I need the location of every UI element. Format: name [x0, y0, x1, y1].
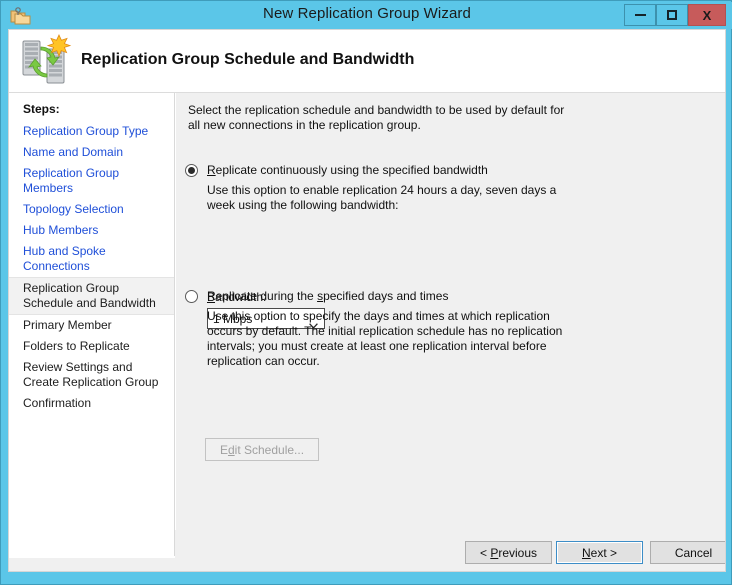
steps-heading: Steps: [23, 102, 60, 116]
sidebar-item-topology-selection[interactable]: Topology Selection [9, 199, 174, 220]
close-icon: X [702, 7, 712, 23]
window-title: New Replication Group Wizard [263, 5, 471, 22]
option-scheduled-text-suffix: pecified days and times [323, 289, 449, 303]
sidebar-item-replication-group-members[interactable]: Replication Group Members [9, 163, 174, 199]
radio-scheduled[interactable] [185, 290, 198, 303]
replication-servers-icon [17, 33, 73, 89]
previous-button-label: < Previous [480, 546, 537, 560]
previous-button[interactable]: < Previous [465, 541, 552, 564]
sidebar-item-folders-to-replicate: Folders to Replicate [23, 339, 130, 353]
minimize-icon [634, 14, 646, 16]
radio-continuous[interactable] [185, 164, 198, 177]
edit-schedule-accel: d [227, 442, 235, 457]
option-scheduled-text-prefix: Replicate during the [207, 289, 318, 303]
minimize-button[interactable] [624, 4, 656, 26]
sidebar-item-name-and-domain[interactable]: Name and Domain [9, 142, 174, 163]
previous-prefix: < [479, 545, 491, 560]
option-scheduled-label: Replicate during the specified days and … [207, 289, 448, 303]
sidebar-item-primary-member: Primary Member [23, 318, 112, 332]
option-continuous-label: Replicate continuously using the specifi… [207, 163, 488, 177]
wizard-banner: Replication Group Schedule and Bandwidth [9, 30, 725, 93]
steps-list: Replication Group Type Name and Domain R… [9, 121, 174, 414]
main-content: Select the replication schedule and band… [175, 93, 725, 556]
title-bar: New Replication Group Wizard X [2, 2, 732, 29]
next-button[interactable]: Next > [556, 541, 643, 564]
sidebar-item-replication-group-type[interactable]: Replication Group Type [9, 121, 174, 142]
sidebar-item-review-settings: Review Settings and Create Replication G… [23, 360, 159, 389]
wizard-window: New Replication Group Wizard X Replicati… [0, 0, 732, 585]
edit-schedule-button: Edit Schedule... [205, 438, 319, 461]
maximize-button[interactable] [656, 4, 688, 26]
option-continuous-text: eplicate continuously using the specifie… [215, 163, 488, 177]
page-title: Replication Group Schedule and Bandwidth [81, 51, 415, 68]
cancel-button-label: Cancel [674, 545, 713, 560]
sidebar-item-replication-group-schedule-and-bandwidth[interactable]: Replication Group Schedule and Bandwidth [9, 277, 174, 315]
edit-schedule-suffix: it Schedule... [234, 442, 305, 457]
edit-schedule-prefix: E [219, 442, 228, 457]
intro-text: Select the replication schedule and band… [188, 103, 565, 132]
option-scheduled-description: Use this option to specify the days and … [207, 309, 563, 368]
option-continuous-accel: R [207, 163, 216, 177]
close-button[interactable]: X [688, 4, 726, 26]
next-accel: N [581, 545, 591, 560]
footer-buttons: < Previous Next > Cancel [175, 530, 725, 571]
next-suffix: ext > [590, 545, 618, 560]
previous-suffix: revious [498, 545, 538, 560]
steps-sidebar: Steps: Replication Group Type Name and D… [9, 93, 175, 556]
sidebar-item-confirmation: Confirmation [23, 396, 92, 410]
edit-schedule-label: Edit Schedule... [220, 443, 304, 457]
cancel-button[interactable]: Cancel [650, 541, 725, 564]
next-button-label: Next > [582, 546, 617, 560]
wizard-client-area: Replication Group Schedule and Bandwidth… [8, 29, 726, 572]
sidebar-item-hub-and-spoke-connections[interactable]: Hub and Spoke Connections [9, 241, 174, 277]
sidebar-item-hub-members[interactable]: Hub Members [9, 220, 174, 241]
maximize-icon [667, 10, 677, 20]
option-continuous-description: Use this option to enable replication 24… [207, 183, 557, 212]
